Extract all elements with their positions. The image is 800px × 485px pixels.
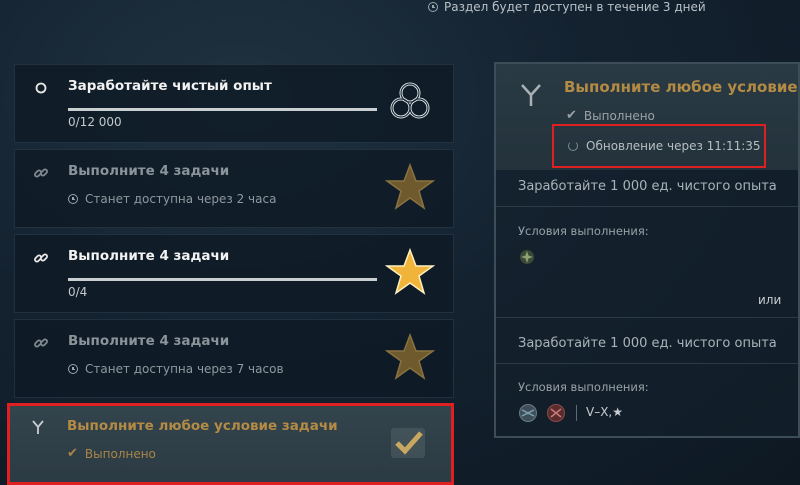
panel-status: ✔ Выполнено [566, 108, 655, 123]
circle-icon [35, 82, 47, 94]
check-badge-icon [391, 428, 425, 458]
divider-vertical [576, 405, 577, 421]
star-icon [385, 247, 435, 295]
task-progress: 0/12 000 [68, 115, 122, 129]
panel-header: Выполните любое условие за ✔ Выполнено О… [496, 64, 800, 170]
vehicle-type-icon [520, 250, 534, 264]
task-card-active[interactable]: Выполните 4 задачи 0/4 [14, 234, 454, 313]
link-icon [34, 168, 48, 178]
task-status: Станет доступна через 7 часов [68, 362, 284, 376]
clock-icon [68, 194, 78, 204]
star-icon [385, 332, 435, 380]
task-card-locked-2[interactable]: Выполните 4 задачи Станет доступна через… [14, 319, 454, 398]
task-title: Выполните любое условие задачи [67, 418, 338, 434]
task-title: Выполните 4 задачи [68, 163, 230, 179]
divider [496, 206, 798, 207]
divider [496, 317, 798, 318]
nation-ussr-icon [547, 404, 565, 422]
task-detail-panel: Выполните любое условие за ✔ Выполнено О… [494, 62, 800, 438]
task-card-selected[interactable]: Выполните любое условие задачи ✔ Выполне… [7, 403, 454, 485]
task-card-xp[interactable]: Заработайте чистый опыт 0/12 000 [14, 64, 454, 143]
link-icon [34, 253, 48, 263]
refresh-icon [568, 141, 578, 151]
task-progress: 0/4 [68, 285, 88, 299]
fork-icon [32, 420, 44, 434]
divider [496, 363, 798, 364]
nation-usa-icon [519, 404, 537, 422]
task-status: Станет доступна через 2 часа [68, 192, 276, 206]
panel-title: Выполните любое условие за [564, 78, 800, 96]
link-icon [34, 338, 48, 348]
check-icon: ✔ [67, 446, 78, 461]
task-card-locked-1[interactable]: Выполните 4 задачи Станет доступна через… [14, 149, 454, 228]
availability-text: Раздел будет доступен в течение 3 дней [444, 0, 706, 14]
status-text: Выполнено [583, 108, 655, 123]
update-text: Обновление через 11:11:35 [586, 139, 761, 153]
status-text: Станет доступна через 2 часа [85, 192, 277, 206]
task-title: Выполните 4 задачи [68, 248, 230, 264]
or-separator: или [758, 293, 782, 307]
task-status: ✔ Выполнено [67, 446, 156, 461]
progress-bar [68, 108, 377, 111]
condition-2: Заработайте 1 000 ед. чистого опыта [518, 336, 777, 351]
task-title: Выполните 4 задачи [68, 333, 230, 349]
conditions-label-1: Условия выполнения: [518, 224, 649, 238]
fork-icon [521, 84, 541, 106]
progress-bar [68, 278, 377, 281]
update-timer: Обновление через 11:11:35 [552, 124, 766, 168]
tier-range: V–X,★ [586, 405, 624, 419]
xp-knot-icon [390, 82, 430, 119]
clock-icon [428, 2, 438, 12]
conditions-label-2: Условия выполнения: [518, 380, 649, 394]
availability-note: Раздел будет доступен в течение 3 дней [428, 0, 706, 14]
star-icon [385, 162, 435, 210]
task-title: Заработайте чистый опыт [68, 78, 272, 94]
check-icon: ✔ [566, 108, 577, 123]
condition-1: Заработайте 1 000 ед. чистого опыта [518, 179, 777, 194]
clock-icon [68, 364, 78, 374]
status-text: Станет доступна через 7 часов [85, 362, 284, 376]
status-text: Выполнено [84, 446, 156, 461]
